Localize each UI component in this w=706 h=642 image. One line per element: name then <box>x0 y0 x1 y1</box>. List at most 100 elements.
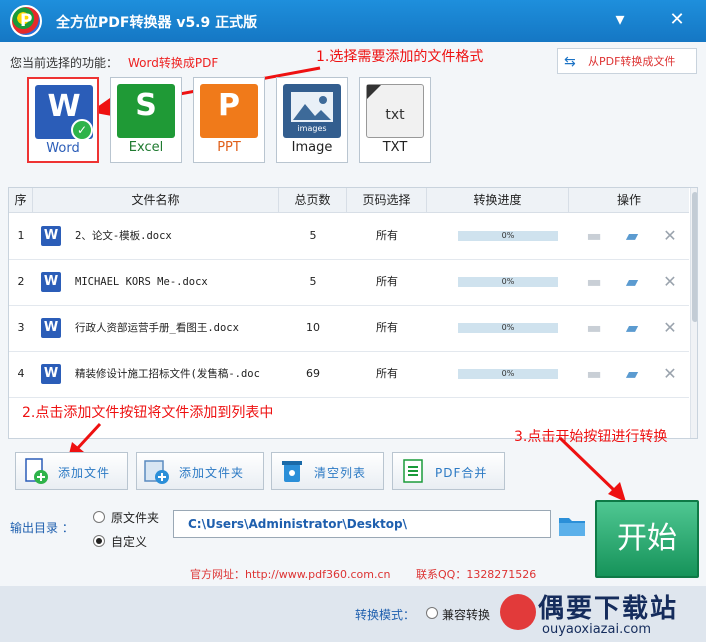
ppt-icon: P <box>200 84 258 138</box>
word-file-icon: W <box>41 318 61 338</box>
table-scrollbar[interactable] <box>690 188 697 438</box>
watermark-domain: ouyaoxiazai.com <box>542 622 651 637</box>
excel-icon: S <box>117 84 175 138</box>
add-file-label: 添加文件 <box>58 466 111 480</box>
progress-text: 0% <box>501 277 515 286</box>
row-progress-bar: 0% <box>458 231 558 241</box>
image-tile-caption: images <box>297 124 327 133</box>
annotation-arrow-3 <box>558 436 626 502</box>
col-header-range: 页码选择 <box>347 188 427 212</box>
radio-compat-mode[interactable] <box>426 607 438 619</box>
format-ppt-button[interactable]: P PPT <box>193 77 265 163</box>
row-pages: 10 <box>306 321 320 334</box>
logo-letter: P <box>20 11 33 31</box>
radio-source-folder-label: 原文件夹 <box>111 511 160 525</box>
radio-source-folder[interactable] <box>93 511 105 523</box>
row-page-range[interactable]: 所有 <box>347 213 427 259</box>
printer-icon[interactable]: ▬ <box>584 226 604 246</box>
radio-compat-mode-label: 兼容转换 <box>442 608 491 622</box>
txt-corner <box>367 85 381 99</box>
delete-icon[interactable]: ✕ <box>660 272 680 292</box>
swap-arrows-icon: ⇆ <box>564 54 576 70</box>
annotation-step-2: 2.点击添加文件按钮将文件添加到列表中 <box>22 405 274 421</box>
format-word-label: Word <box>46 141 80 156</box>
excel-glyph: S <box>135 88 157 123</box>
format-image-label: Image <box>291 140 333 155</box>
row-file-name: MICHAEL KORS Me-.docx <box>75 276 208 288</box>
add-folder-label: 添加文件夹 <box>179 466 245 480</box>
row-progress-bar: 0% <box>458 369 558 379</box>
menu-dropdown-button[interactable]: ▾ <box>608 8 632 32</box>
format-word-button[interactable]: W ✓ Word <box>27 77 99 163</box>
watermark-logo: 偶要下载站 ouyaoxiazai.com <box>498 586 706 642</box>
watermark-ball-icon <box>500 594 536 630</box>
txt-icon: txt <box>366 84 424 138</box>
folder-icon[interactable]: ▰ <box>622 318 642 338</box>
delete-icon[interactable]: ✕ <box>660 364 680 384</box>
col-header-pages: 总页数 <box>279 188 347 212</box>
progress-text: 0% <box>501 231 515 240</box>
printer-icon[interactable]: ▬ <box>584 364 604 384</box>
app-logo-icon: P <box>10 5 42 37</box>
format-image-button[interactable]: images Image <box>276 77 348 163</box>
delete-icon[interactable]: ✕ <box>660 226 680 246</box>
row-pages: 69 <box>306 367 320 380</box>
delete-icon[interactable]: ✕ <box>660 318 680 338</box>
row-progress-bar: 0% <box>458 323 558 333</box>
scrollbar-thumb[interactable] <box>692 192 697 322</box>
browse-folder-icon[interactable] <box>557 510 587 540</box>
title-bar: P 全方位PDF转换器 v5.9 正式版 ▾ ✕ <box>0 0 706 42</box>
add-file-button[interactable]: 添加文件 <box>15 452 128 490</box>
chevron-down-icon: ▾ <box>615 9 625 30</box>
pdf-merge-button[interactable]: PDF合并 <box>392 452 505 490</box>
row-progress-bar: 0% <box>458 277 558 287</box>
row-file-name: 2、论文-模板.docx <box>75 230 172 242</box>
format-excel-button[interactable]: S Excel <box>110 77 182 163</box>
row-no: 2 <box>17 275 25 288</box>
table-row[interactable]: 4 W 精装修设计施工招标文件(发售稿-.doc 69 所有 0% ▬ ▰ ✕ <box>9 351 689 398</box>
close-button[interactable]: ✕ <box>665 8 689 32</box>
word-file-icon: W <box>41 364 61 384</box>
row-page-range[interactable]: 所有 <box>347 351 427 397</box>
table-row[interactable]: 2 W MICHAEL KORS Me-.docx 5 所有 0% ▬ ▰ ✕ <box>9 259 689 306</box>
row-page-range[interactable]: 所有 <box>347 305 427 351</box>
col-header-progress: 转换进度 <box>427 188 569 212</box>
table-header: 序 文件名称 总页数 页码选择 转换进度 操作 <box>9 188 689 213</box>
clear-list-button[interactable]: 清空列表 <box>271 452 384 490</box>
folder-icon[interactable]: ▰ <box>622 364 642 384</box>
start-button[interactable]: 开始 <box>595 500 699 578</box>
official-site-text: 官方网址：http://www.pdf360.com.cn <box>190 568 391 581</box>
col-header-actions: 操作 <box>616 193 641 207</box>
printer-icon[interactable]: ▬ <box>584 318 604 338</box>
output-dir-label: 输出目录 ： <box>10 521 74 535</box>
row-no: 3 <box>17 321 25 334</box>
output-path-field[interactable]: C:\Users\Administrator\Desktop\ <box>173 510 551 538</box>
table-row[interactable]: 3 W 行政人资部运营手册_看图王.docx 10 所有 0% ▬ ▰ ✕ <box>9 305 689 352</box>
contact-qq-text: 联系QQ：1328271526 <box>416 568 537 581</box>
format-excel-label: Excel <box>128 140 164 155</box>
format-txt-button[interactable]: txt TXT <box>359 77 431 163</box>
from-pdf-button[interactable]: ⇆ 从PDF转换成文件 <box>557 48 697 74</box>
row-pages: 5 <box>309 275 317 288</box>
format-ppt-label: PPT <box>217 140 241 155</box>
word-file-icon: W <box>41 272 61 292</box>
col-header-no: 序 <box>9 188 33 212</box>
printer-icon[interactable]: ▬ <box>584 272 604 292</box>
main-content: 您当前选择的功能： Word转换成PDF 1.选择需要添加的文件格式 ⇆ 从PD… <box>0 42 706 642</box>
ppt-glyph: P <box>218 88 240 123</box>
window-title: 全方位PDF转换器 v5.9 正式版 <box>56 15 258 31</box>
radio-custom-folder[interactable] <box>93 535 105 547</box>
folder-icon[interactable]: ▰ <box>622 272 642 292</box>
from-pdf-label: 从PDF转换成文件 <box>588 55 676 68</box>
row-no: 1 <box>17 229 25 242</box>
row-no: 4 <box>17 367 25 380</box>
folder-icon[interactable]: ▰ <box>622 226 642 246</box>
table-row[interactable]: 1 W 2、论文-模板.docx 5 所有 0% ▬ ▰ ✕ <box>9 213 689 260</box>
add-folder-button[interactable]: 添加文件夹 <box>136 452 264 490</box>
convert-mode-label: 转换模式： <box>355 608 416 622</box>
clear-list-label: 清空列表 <box>314 466 367 480</box>
word-file-icon: W <box>41 226 61 246</box>
row-file-name: 行政人资部运营手册_看图王.docx <box>75 322 239 334</box>
radio-custom-folder-label: 自定义 <box>111 535 148 549</box>
row-page-range[interactable]: 所有 <box>347 259 427 305</box>
